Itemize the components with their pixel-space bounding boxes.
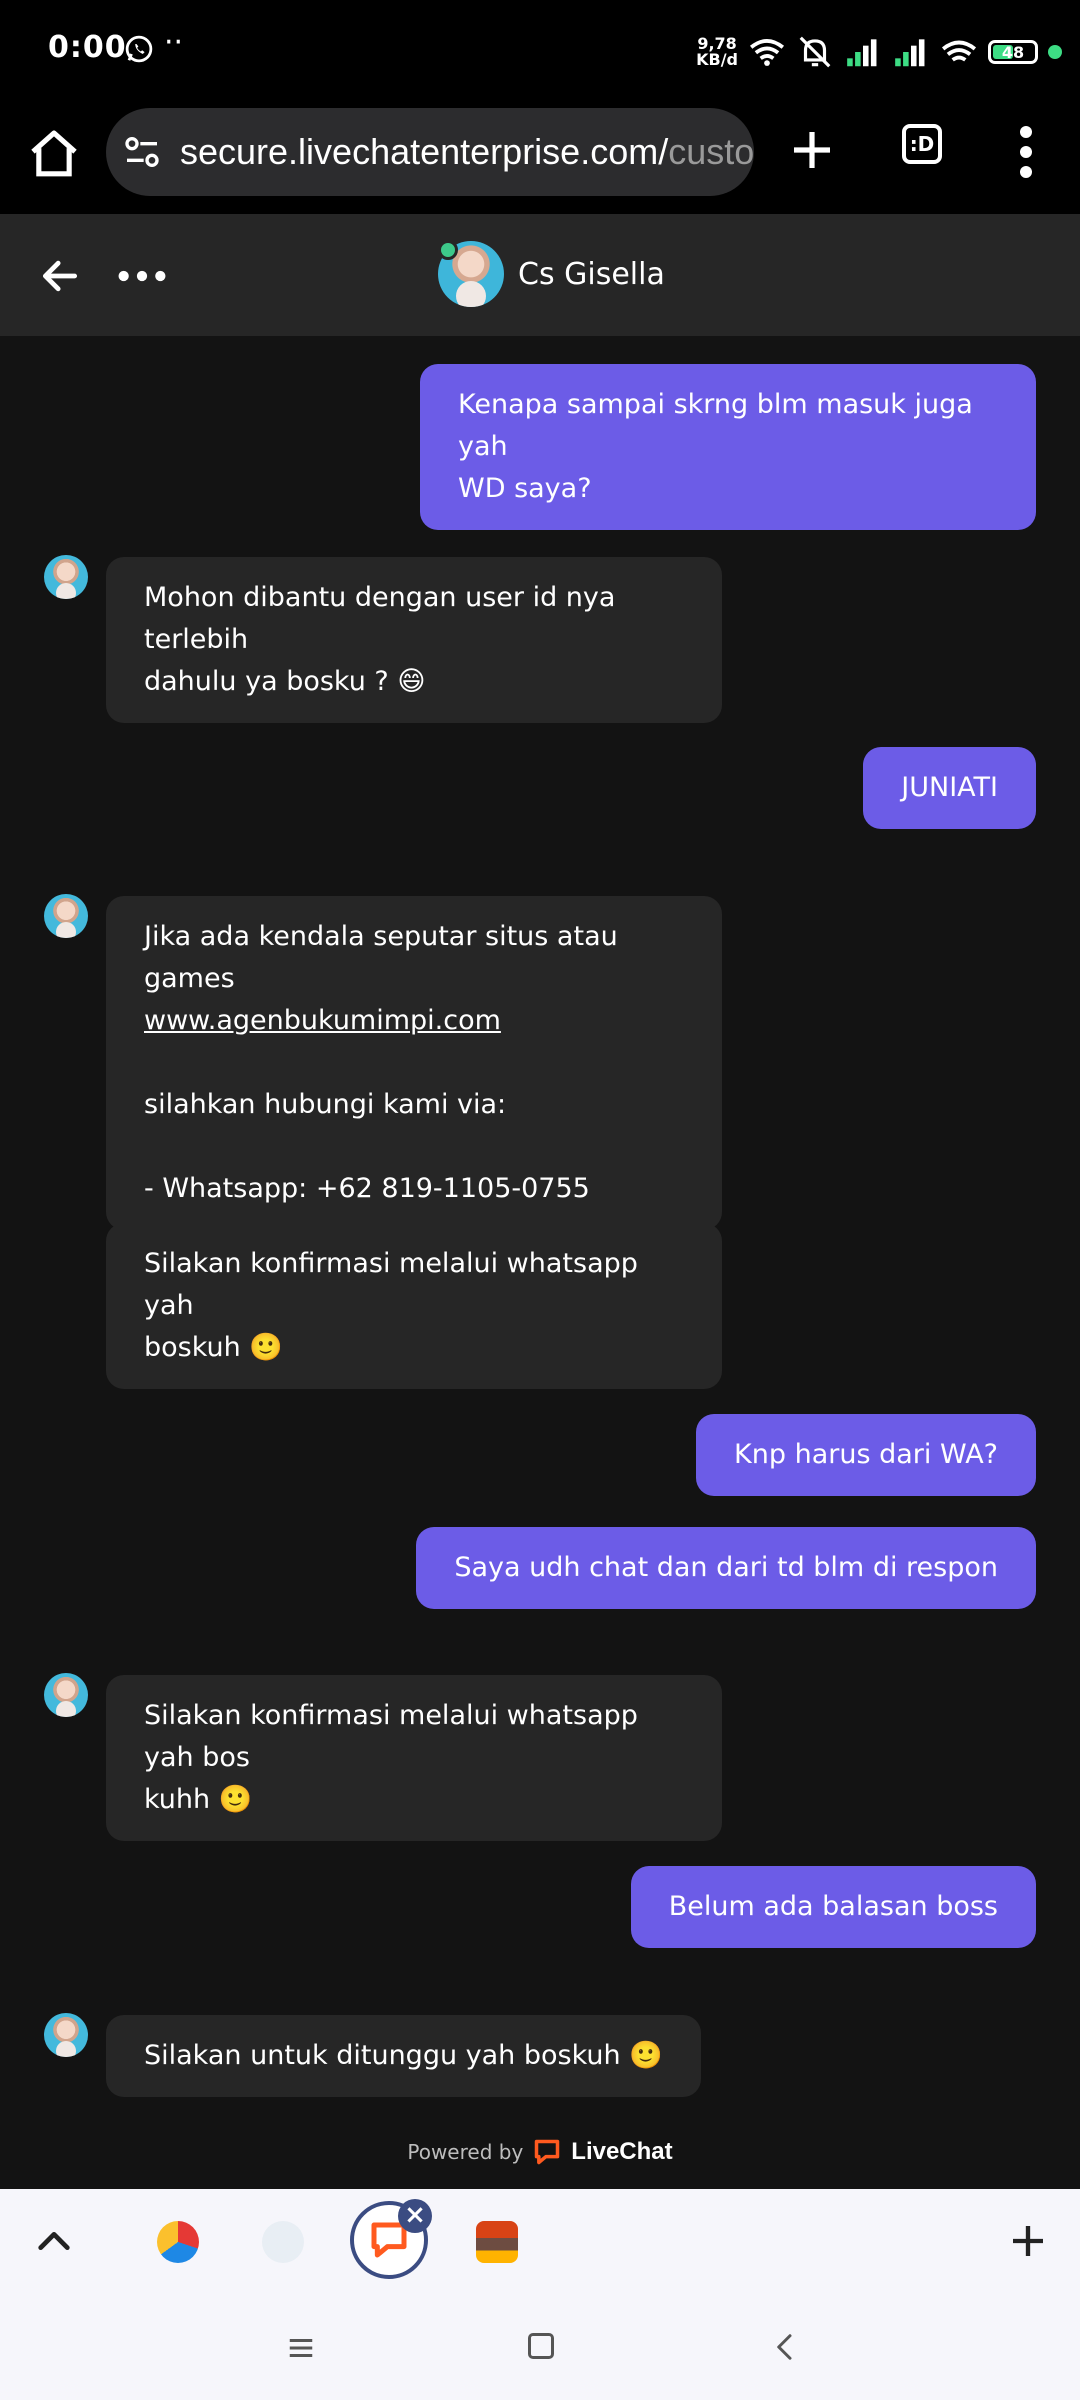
agent-avatar-small (44, 1673, 88, 1717)
muted-bell-icon (799, 36, 831, 68)
tab-favicon-4[interactable] (476, 2221, 518, 2263)
powered-by-footer: Powered by LiveChat (0, 2134, 1080, 2170)
recent-apps-icon[interactable] (286, 2333, 316, 2363)
visitor-message: JUNIATI (863, 747, 1036, 829)
agent-message: Silakan konfirmasi melalui whatsapp yah … (106, 1223, 722, 1389)
agent-avatar-small (44, 894, 88, 938)
status-bar: 0:00 ·· 9,78 KB/d 48 (0, 0, 1080, 104)
visitor-message: Belum ada balasan boss (630, 1866, 1036, 1948)
new-tab-plus-icon[interactable] (788, 126, 836, 174)
wifi-hotspot-icon (941, 40, 977, 62)
tab-favicon-2[interactable] (262, 2221, 304, 2263)
back-nav-icon[interactable] (770, 2331, 800, 2363)
wifi-icon (749, 39, 785, 66)
status-time: 0:00 (48, 30, 127, 65)
home-nav-icon[interactable] (528, 2333, 554, 2359)
tab-strip: × (0, 2189, 1080, 2299)
agent-message: Silakan untuk ditunggu yah boskuh 🙂 (106, 2015, 701, 2097)
site-settings-icon[interactable] (122, 132, 162, 172)
website-link[interactable]: www.agenbukumimpi.com (144, 1000, 684, 1042)
chat-header: Cs Gisella (0, 214, 1080, 336)
network-speed: 9,78 KB/d (696, 34, 738, 69)
status-indicators: 9,78 KB/d 48 (696, 24, 1062, 80)
message-list: Kenapa sampai skrng blm masuk juga yah W… (0, 336, 1080, 2189)
livechat-brand[interactable]: LiveChat (571, 2138, 672, 2166)
agent-avatar-small (44, 555, 88, 599)
chevron-up-icon[interactable] (34, 2221, 74, 2261)
home-icon[interactable] (26, 126, 82, 182)
more-dots-icon[interactable] (116, 254, 168, 298)
signal-icon-sim2 (895, 39, 925, 67)
powered-by-label: Powered by (407, 2140, 524, 2164)
online-status-dot (438, 240, 458, 260)
battery-indicator: 48 (988, 40, 1038, 64)
privacy-indicator-dot (1048, 45, 1062, 59)
add-icon[interactable] (1008, 2221, 1048, 2261)
url-text[interactable]: secure.livechatenterprise.com/custo (180, 131, 754, 173)
agent-message: Jika ada kendala seputar situs atau game… (106, 896, 722, 1230)
back-arrow-icon[interactable] (38, 254, 82, 298)
agent-name: Cs Gisella (518, 256, 665, 292)
agent-message: Silakan konfirmasi melalui whatsapp yah … (106, 1675, 722, 1841)
close-icon[interactable]: × (398, 2199, 432, 2233)
agent-info: Cs Gisella (438, 238, 665, 310)
livechat-logo-icon (535, 2139, 560, 2165)
overflow-menu-icon[interactable] (1010, 124, 1042, 180)
signal-icon-sim1 (847, 39, 877, 67)
agent-message: Mohon dibantu dengan user id nya terlebi… (106, 557, 722, 723)
visitor-message: Kenapa sampai skrng blm masuk juga yah W… (420, 364, 1036, 530)
tab-favicon-1[interactable] (157, 2221, 199, 2263)
notification-dots: ·· (164, 25, 184, 60)
system-nav-bar (0, 2299, 1080, 2400)
visitor-message: Knp harus dari WA? (696, 1414, 1036, 1496)
address-bar[interactable]: secure.livechatenterprise.com/custo (106, 108, 754, 196)
whatsapp-icon (125, 35, 153, 63)
browser-toolbar: secure.livechatenterprise.com/custo :D (0, 104, 1080, 214)
tab-switcher-icon[interactable]: :D (902, 124, 942, 164)
visitor-message: Saya udh chat dan dari td blm di respon (416, 1527, 1036, 1609)
agent-avatar-small (44, 2013, 88, 2057)
